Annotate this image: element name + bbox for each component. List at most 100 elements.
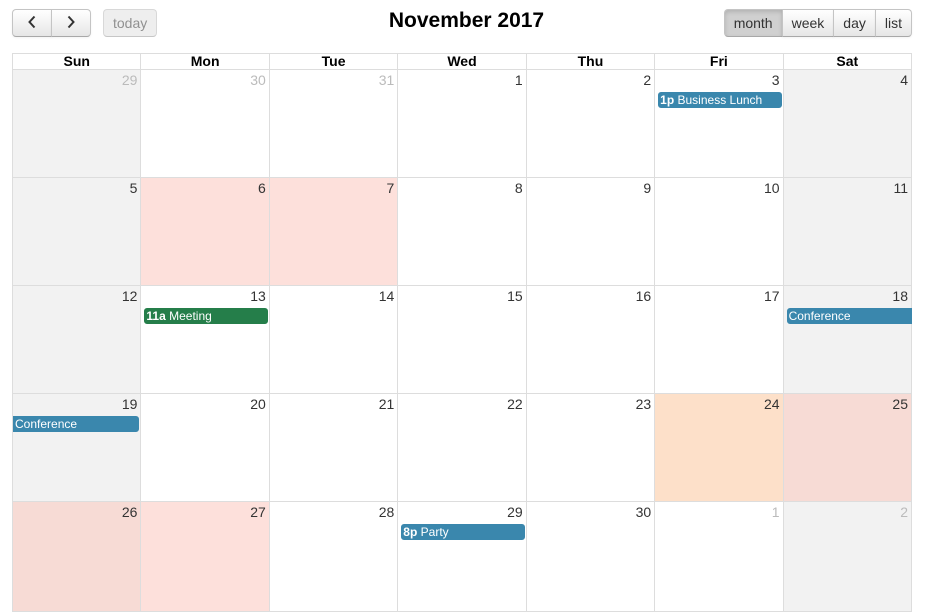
day-cell[interactable]: 20 — [141, 394, 270, 502]
weekday-tue: Tue — [269, 54, 399, 70]
weekday-wed: Wed — [398, 54, 527, 70]
event-time: 8p — [403, 525, 418, 539]
day-number[interactable]: 1 — [772, 504, 780, 520]
day-cell[interactable]: 8 — [398, 178, 527, 286]
day-number[interactable]: 4 — [900, 72, 908, 88]
day-number[interactable]: 1 — [515, 72, 523, 88]
day-number[interactable]: 25 — [892, 396, 908, 412]
day-number[interactable]: 2 — [900, 504, 908, 520]
view-list-button[interactable]: list — [874, 9, 912, 37]
day-cell[interactable]: 7 — [269, 178, 399, 286]
calendar-toolbar: today November 2017 month week day list — [0, 0, 933, 45]
day-cell[interactable]: 16 — [526, 286, 656, 394]
day-cell[interactable]: 23 — [526, 394, 656, 502]
day-number[interactable]: 21 — [379, 396, 395, 412]
day-number[interactable]: 29 — [122, 72, 138, 88]
weekday-thu: Thu — [526, 54, 656, 70]
weekday-fri: Fri — [655, 54, 784, 70]
day-cell[interactable]: 4 — [783, 70, 912, 178]
day-number[interactable]: 12 — [122, 288, 138, 304]
day-cell[interactable]: 29 — [398, 502, 527, 612]
day-number[interactable]: 30 — [636, 504, 652, 520]
calendar-event[interactable]: Conference — [786, 308, 912, 324]
day-cell[interactable]: 2 — [526, 70, 656, 178]
day-cell[interactable]: 3 — [655, 70, 784, 178]
weekday-sun: Sun — [13, 54, 142, 70]
day-number[interactable]: 9 — [643, 180, 651, 196]
day-cell[interactable]: 24 — [655, 394, 784, 502]
event-title: Meeting — [169, 309, 212, 323]
day-cell[interactable]: 6 — [141, 178, 270, 286]
day-cell[interactable]: 26 — [13, 502, 142, 612]
day-cell[interactable]: 19 — [13, 394, 142, 502]
day-cell[interactable]: 2 — [783, 502, 912, 612]
day-number[interactable]: 19 — [122, 396, 138, 412]
day-number[interactable]: 27 — [250, 504, 266, 520]
day-number[interactable]: 20 — [250, 396, 266, 412]
view-week-button[interactable]: week — [781, 9, 835, 37]
view-month-button[interactable]: month — [723, 9, 783, 37]
week-row: 12 13 14 15 16 17 18 11a Meeting Conference — [12, 286, 912, 394]
day-cell[interactable]: 17 — [655, 286, 784, 394]
day-number[interactable]: 10 — [764, 180, 780, 196]
week-row: 26 27 28 29 30 1 2 8p Party — [12, 502, 912, 612]
day-cell[interactable]: 18 — [783, 286, 912, 394]
day-cell[interactable]: 22 — [398, 394, 527, 502]
day-number[interactable]: 15 — [507, 288, 523, 304]
calendar-event[interactable]: 8p Party — [401, 524, 525, 540]
calendar-event[interactable]: 11a Meeting — [144, 308, 268, 324]
day-cell[interactable]: 5 — [13, 178, 142, 286]
day-cell[interactable]: 9 — [526, 178, 656, 286]
event-time: 1p — [660, 93, 675, 107]
week-row: 29 30 31 1 2 3 4 1p Business Lunch — [12, 70, 912, 178]
day-cell[interactable]: 29 — [13, 70, 142, 178]
day-cell[interactable]: 10 — [655, 178, 784, 286]
day-number[interactable]: 16 — [636, 288, 652, 304]
event-time: 11a — [146, 309, 166, 323]
day-cell[interactable]: 30 — [526, 502, 656, 612]
event-title: Party — [420, 525, 449, 539]
day-cell[interactable]: 12 — [13, 286, 142, 394]
week-row: 5 6 7 8 9 10 11 — [12, 178, 912, 286]
day-cell[interactable]: 28 — [269, 502, 399, 612]
weekday-mon: Mon — [141, 54, 270, 70]
day-cell[interactable]: 27 — [141, 502, 270, 612]
event-title: Conference — [15, 417, 78, 431]
day-number[interactable]: 23 — [636, 396, 652, 412]
day-number[interactable]: 24 — [764, 396, 780, 412]
day-cell[interactable]: 14 — [269, 286, 399, 394]
day-cell[interactable]: 30 — [141, 70, 270, 178]
month-grid: Sun Mon Tue Wed Thu Fri Sat 29 30 31 1 2 3 4 1p Busin… — [12, 53, 912, 612]
day-number[interactable]: 13 — [250, 288, 266, 304]
day-cell[interactable]: 1 — [655, 502, 784, 612]
day-number[interactable]: 30 — [250, 72, 266, 88]
day-number[interactable]: 11 — [893, 180, 908, 196]
day-cell[interactable]: 25 — [783, 394, 912, 502]
day-cell[interactable]: 1 — [398, 70, 527, 178]
day-number[interactable]: 7 — [386, 180, 394, 196]
day-number[interactable]: 3 — [772, 72, 780, 88]
weekday-header: Sun Mon Tue Wed Thu Fri Sat — [12, 53, 912, 70]
day-number[interactable]: 2 — [643, 72, 651, 88]
day-cell[interactable]: 31 — [269, 70, 399, 178]
view-day-button[interactable]: day — [833, 9, 876, 37]
week-row: 19 20 21 22 23 24 25 Conference — [12, 394, 912, 502]
day-number[interactable]: 22 — [507, 396, 523, 412]
calendar-event[interactable]: Conference — [13, 416, 140, 432]
day-number[interactable]: 28 — [379, 504, 395, 520]
view-switcher: month week day list — [723, 9, 912, 37]
day-cell[interactable]: 13 — [141, 286, 270, 394]
day-number[interactable]: 17 — [764, 288, 780, 304]
day-number[interactable]: 26 — [122, 504, 138, 520]
day-number[interactable]: 31 — [379, 72, 395, 88]
day-cell[interactable]: 15 — [398, 286, 527, 394]
day-number[interactable]: 5 — [130, 180, 138, 196]
day-cell[interactable]: 21 — [269, 394, 399, 502]
day-number[interactable]: 29 — [507, 504, 523, 520]
day-number[interactable]: 8 — [515, 180, 523, 196]
calendar-event[interactable]: 1p Business Lunch — [658, 92, 782, 108]
day-number[interactable]: 14 — [379, 288, 395, 304]
day-cell[interactable]: 11 — [783, 178, 912, 286]
day-number[interactable]: 6 — [258, 180, 266, 196]
day-number[interactable]: 18 — [892, 288, 908, 304]
